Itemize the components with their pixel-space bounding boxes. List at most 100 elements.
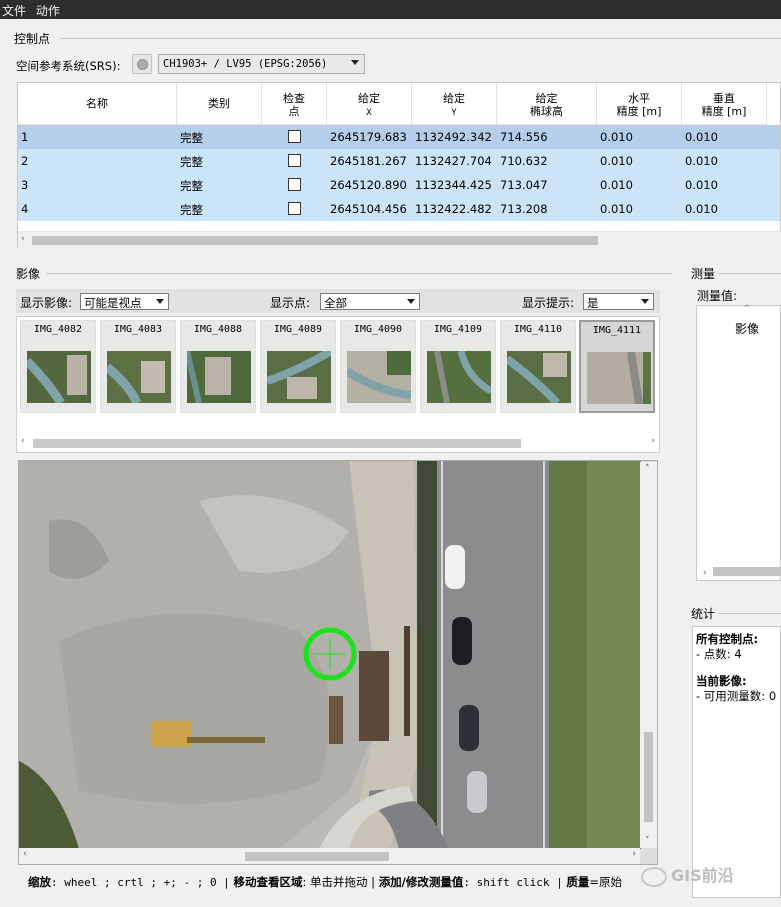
image-thumbnail[interactable]: IMG_4083 [100, 320, 176, 413]
move-hint-label: 移动查看区域 [233, 875, 303, 889]
thumbnail-label: IMG_4111 [592, 325, 642, 336]
measurement-title: 测量 [691, 267, 716, 281]
check-point-checkbox[interactable] [288, 202, 301, 215]
zoom-hint-keys: : wheel ; crtl ; +; - ; 0 | [51, 876, 230, 889]
cell-hacc: 0.010 [600, 178, 633, 192]
image-thumbnail[interactable]: IMG_4088 [180, 320, 256, 413]
sort-up-icon: ^ [743, 304, 751, 314]
thumbnail-label: IMG_4082 [33, 324, 83, 335]
aerial-thumbnail-image [427, 351, 491, 403]
all-points-label: 所有控制点: [696, 632, 759, 646]
check-point-checkbox[interactable] [288, 178, 301, 191]
viewer-horizontal-scrollbar[interactable]: ‹ › [19, 848, 640, 864]
zoom-hint-label: 缩放 [28, 875, 51, 889]
cell-name: 3 [21, 178, 29, 192]
quality-label: 质量 [566, 875, 590, 889]
table-row[interactable]: 1 完整 2645179.683 1132492.342 714.556 0.0… [18, 125, 780, 149]
scrollbar-thumb[interactable] [32, 236, 598, 245]
scroll-down-icon[interactable]: ˅ [645, 836, 650, 846]
scroll-up-icon[interactable]: ˄ [645, 464, 650, 474]
col-header-height[interactable]: 给定 椭球高 [497, 83, 597, 125]
image-thumbnail[interactable]: IMG_4082 [20, 320, 96, 413]
show-hints-select[interactable]: 是 [583, 293, 654, 310]
image-thumbnail[interactable]: IMG_4089 [260, 320, 336, 413]
chevron-down-icon [156, 299, 164, 304]
thumbnail-label: IMG_4109 [433, 324, 483, 335]
cell-y: 1132427.704 [415, 154, 492, 168]
chevron-down-icon [407, 299, 415, 304]
check-point-checkbox[interactable] [288, 130, 301, 143]
thumbnail-label: IMG_4088 [193, 324, 243, 335]
thumbnail-label: IMG_4090 [353, 324, 403, 335]
show-points-label: 显示点: [270, 296, 311, 310]
cell-type: 完整 [180, 131, 203, 145]
image-thumbnail[interactable]: IMG_4109 [420, 320, 496, 413]
quality-value: =原始 [589, 875, 623, 889]
srs-select[interactable]: CH1903+ / LV95 (EPSG:2056) [158, 54, 365, 74]
menu-file[interactable]: 文件 [0, 0, 30, 19]
stats-title: 统计 [691, 607, 716, 621]
cell-vacc: 0.010 [685, 178, 718, 192]
scroll-left-icon[interactable]: ‹ [21, 436, 25, 446]
col-header-hacc[interactable]: 水平 精度 [m] [597, 83, 682, 125]
group-divider [46, 273, 672, 274]
control-points-table: ^ 名称 类别 检查点 给定X 给定Y 给定椭球高 水平精度 [m] 垂直精度 … [17, 82, 781, 248]
measurement-col-image[interactable]: 影像 [735, 320, 759, 337]
move-hint-keys: : 单击并拖动 | [302, 875, 376, 889]
image-viewer[interactable] [18, 460, 658, 865]
globe-icon [137, 59, 148, 70]
check-point-checkbox[interactable] [288, 154, 301, 167]
image-thumbnail[interactable]: IMG_4110 [500, 320, 576, 413]
cell-height: 710.632 [500, 154, 548, 168]
col-header-name[interactable]: 名称 [18, 83, 177, 125]
srs-label: 空间参考系统(SRS): [16, 59, 121, 73]
cell-hacc: 0.010 [600, 130, 633, 144]
aerial-image [19, 461, 641, 849]
cell-y: 1132492.342 [415, 130, 492, 144]
scrollbar-thumb[interactable] [245, 852, 389, 861]
current-image-label: 当前影像: [696, 674, 747, 688]
chevron-down-icon [351, 60, 359, 65]
table-row[interactable]: 2 完整 2645181.267 1132427.704 710.632 0.0… [18, 149, 780, 173]
aerial-thumbnail-image [507, 351, 571, 403]
thumbnail-horizontal-scrollbar[interactable]: ‹ › [17, 435, 659, 451]
measurement-list: ^ 影像 ‹ [696, 304, 781, 581]
table-horizontal-scrollbar[interactable]: ‹ [18, 231, 781, 248]
viewer-vertical-scrollbar[interactable]: ˄ ˅ [640, 462, 657, 848]
menu-action[interactable]: 动作 [34, 0, 64, 19]
show-hints-label: 显示提示: [522, 296, 575, 310]
aerial-thumbnail-image [267, 351, 331, 403]
col-header-y[interactable]: 给定 Y [412, 83, 497, 125]
image-thumbnail-strip: IMG_4082 IMG_4083 IMG_4088 IMG_4089 IMG_… [16, 316, 660, 453]
usable-measurements: - 可用测量数: 0 [696, 689, 777, 703]
scroll-left-icon[interactable]: ‹ [21, 234, 25, 244]
cell-vacc: 0.010 [685, 202, 718, 216]
col-header-x[interactable]: 给定 X [327, 83, 412, 125]
srs-globe-button[interactable] [132, 54, 152, 74]
show-images-select[interactable]: 可能是视点 [80, 293, 169, 310]
image-filter-toolbar: 显示影像: 可能是视点 显示点: 全部 显示提示: 是 [16, 289, 660, 313]
scroll-right-icon[interactable]: › [632, 849, 636, 859]
scroll-right-icon[interactable]: › [651, 436, 655, 446]
scroll-left-icon[interactable]: ‹ [703, 568, 707, 578]
scrollbar-thumb[interactable] [644, 732, 653, 822]
scrollbar-thumb[interactable] [713, 567, 781, 576]
table-row[interactable]: 3 完整 2645120.890 1132344.425 713.047 0.0… [18, 173, 780, 197]
scrollbar-thumb[interactable] [33, 439, 521, 448]
cell-name: 4 [21, 202, 29, 216]
show-points-select[interactable]: 全部 [320, 293, 420, 310]
cell-name: 2 [21, 154, 29, 168]
points-count: - 点数: 4 [696, 647, 742, 661]
image-thumbnail-selected[interactable]: IMG_4111 [579, 320, 655, 413]
table-row[interactable]: 4 完整 2645104.456 1132422.482 713.208 0.0… [18, 197, 780, 221]
col-header-type[interactable]: 类别 [177, 83, 262, 125]
cell-type: 完整 [180, 203, 203, 217]
scroll-left-icon[interactable]: ‹ [23, 849, 27, 859]
cell-x: 2645181.267 [330, 154, 407, 168]
col-header-check[interactable]: 检查点 [262, 83, 327, 125]
thumbnail-label: IMG_4110 [513, 324, 563, 335]
stats-panel: 所有控制点: - 点数: 4 当前影像: - 可用测量数: 0 [692, 626, 781, 898]
col-header-vacc[interactable]: 垂直 精度 [m] [682, 83, 767, 125]
watermark: GIS前沿 [641, 862, 734, 887]
image-thumbnail[interactable]: IMG_4090 [340, 320, 416, 413]
